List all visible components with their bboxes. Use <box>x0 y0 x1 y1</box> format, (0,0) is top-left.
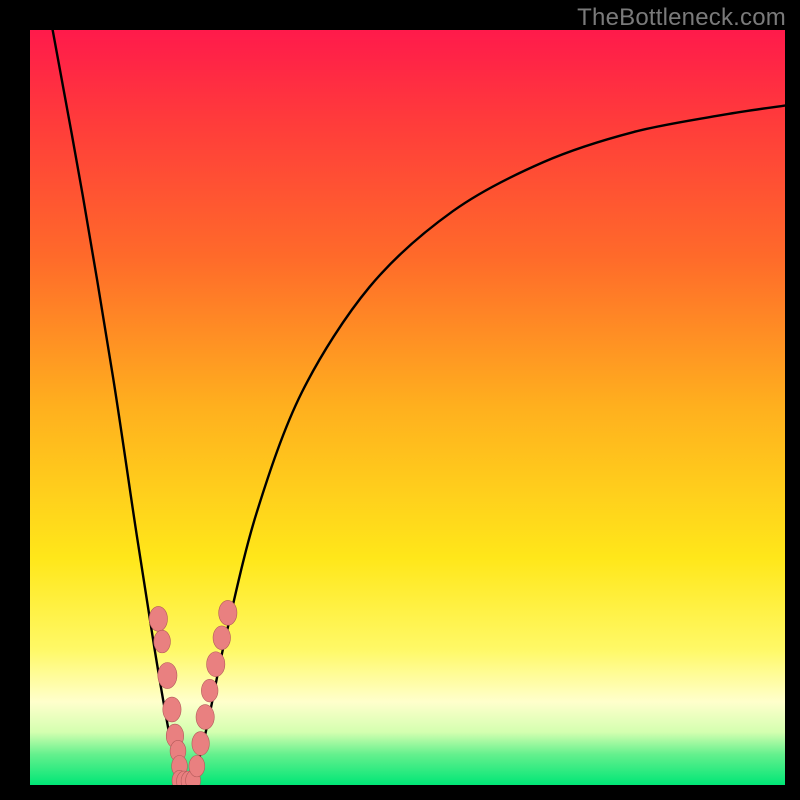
data-marker <box>189 755 205 777</box>
data-marker <box>201 679 218 702</box>
data-marker <box>192 732 209 756</box>
data-marker <box>207 652 225 677</box>
data-marker <box>163 697 181 722</box>
data-marker <box>158 663 177 689</box>
data-marker <box>154 630 171 653</box>
data-marker <box>213 626 230 650</box>
curve-right-branch <box>191 106 785 784</box>
data-marker <box>219 600 237 625</box>
data-marker <box>149 606 167 631</box>
plot-area <box>30 30 785 785</box>
curve-layer <box>30 30 785 785</box>
data-marker <box>196 705 214 730</box>
chart-frame: TheBottleneck.com <box>0 0 800 800</box>
watermark-text: TheBottleneck.com <box>577 4 786 32</box>
